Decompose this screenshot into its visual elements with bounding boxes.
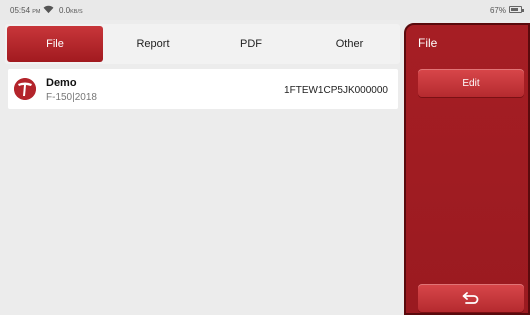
battery-percent: 67%: [489, 6, 506, 15]
wifi-icon: [43, 5, 54, 14]
record-vin: 1FTEW1CP5JK000000: [284, 85, 388, 96]
status-bar: 05:54 PM 0.0KB/S 67%: [0, 0, 530, 20]
edit-button[interactable]: Edit: [418, 69, 524, 97]
network-speed: 0.0KB/S: [59, 6, 83, 15]
tab-pdf[interactable]: PDF: [203, 24, 299, 64]
brand-logo-icon: [14, 78, 36, 100]
file-list: Demo F-150|2018 1FTEW1CP5JK000000: [8, 69, 398, 109]
tab-file[interactable]: File: [7, 26, 103, 62]
record-name: Demo: [46, 77, 77, 89]
back-arrow-icon: [462, 292, 479, 304]
status-time: 05:54 PM: [10, 6, 41, 15]
list-item[interactable]: Demo F-150|2018 1FTEW1CP5JK000000: [8, 69, 398, 109]
side-panel: File Edit: [404, 23, 530, 315]
tab-bar: File Report PDF Other: [5, 24, 400, 64]
back-button[interactable]: [418, 284, 524, 312]
side-panel-title: File: [418, 36, 438, 50]
tab-other[interactable]: Other: [299, 24, 400, 64]
tab-report[interactable]: Report: [103, 24, 203, 64]
record-model: F-150|2018: [46, 92, 97, 103]
battery-icon: [509, 6, 524, 13]
